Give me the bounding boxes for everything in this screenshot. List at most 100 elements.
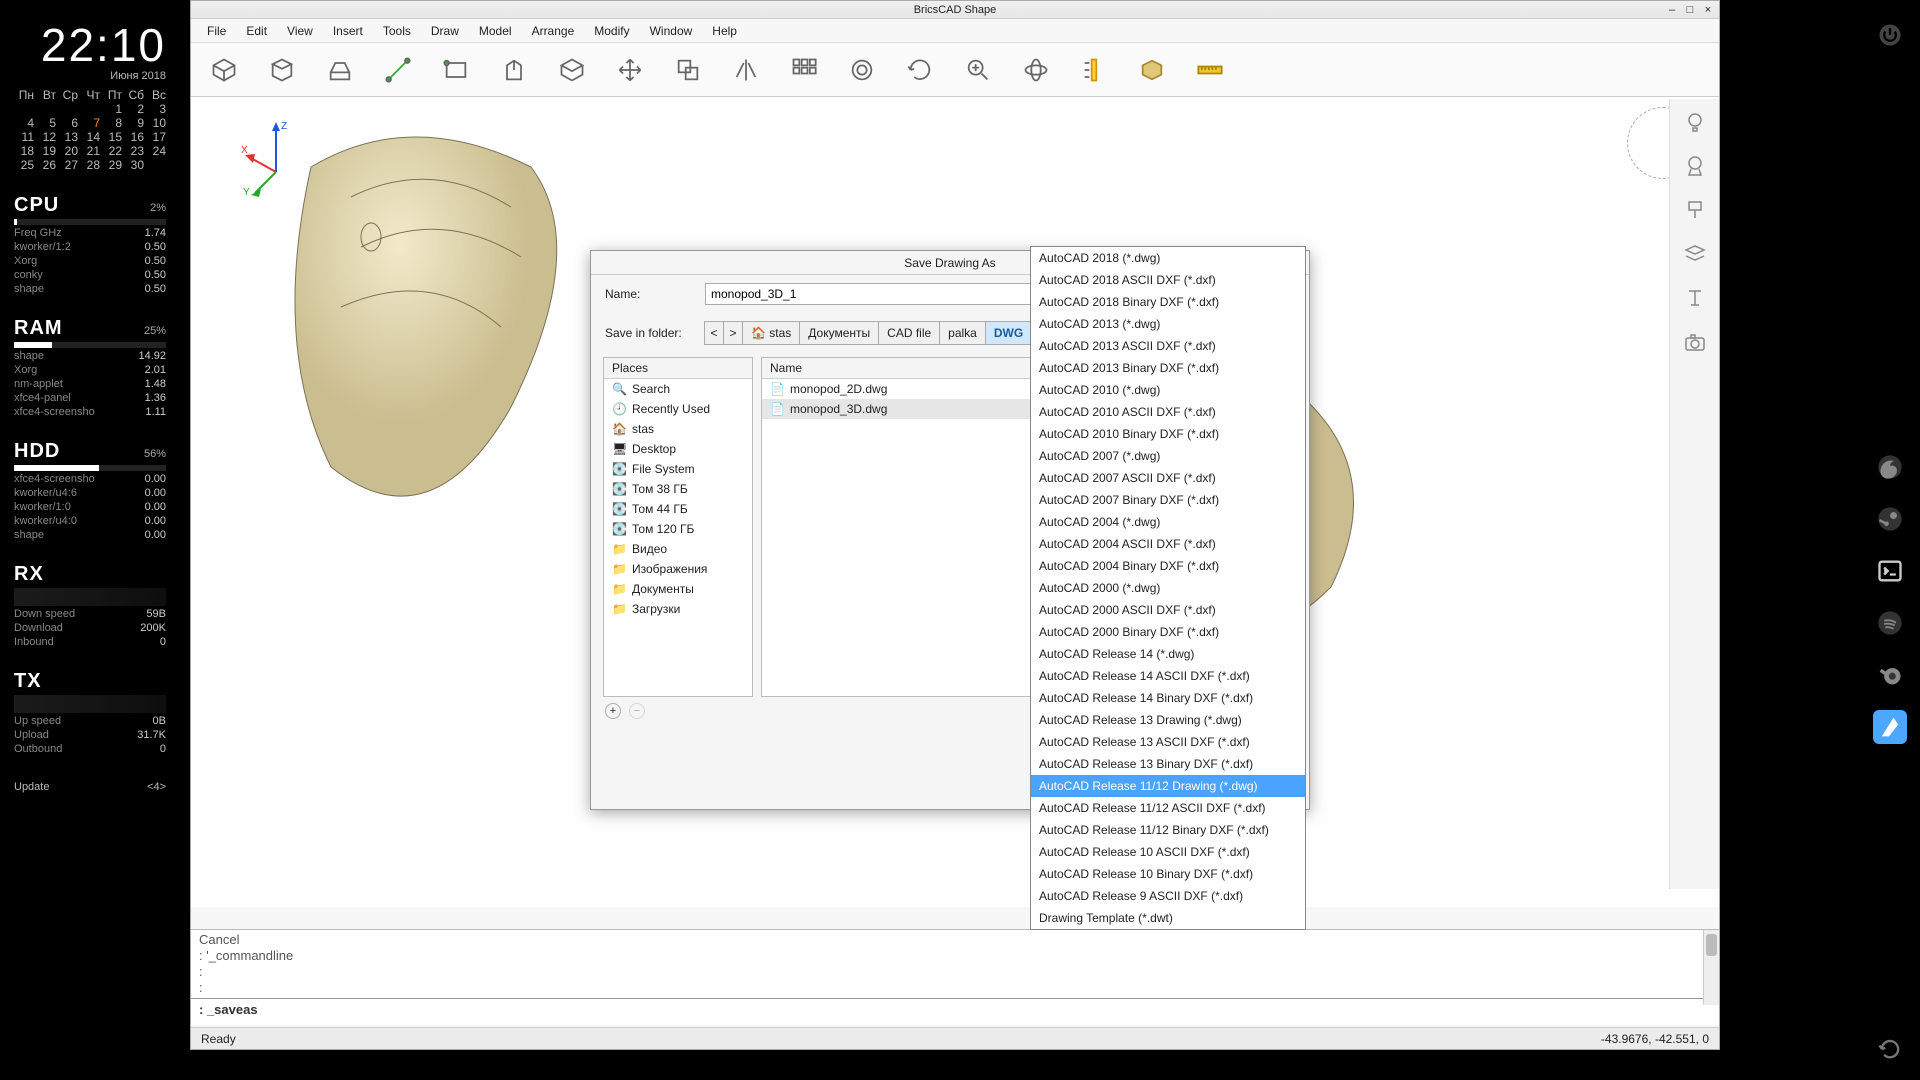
menu-file[interactable]: File — [199, 21, 234, 41]
menu-help[interactable]: Help — [704, 21, 745, 41]
format-option[interactable]: AutoCAD 2018 (*.dwg) — [1031, 247, 1305, 269]
menu-arrange[interactable]: Arrange — [524, 21, 583, 41]
menu-draw[interactable]: Draw — [423, 21, 467, 41]
place-item[interactable]: 🔍Search — [604, 379, 752, 399]
rotate-tool[interactable] — [901, 51, 939, 89]
zoom-tool[interactable] — [959, 51, 997, 89]
pushpull-tool[interactable] — [495, 51, 533, 89]
format-option[interactable]: AutoCAD Release 11/12 Binary DXF (*.dxf) — [1031, 819, 1305, 841]
format-option[interactable]: AutoCAD 2004 ASCII DXF (*.dxf) — [1031, 533, 1305, 555]
menu-tools[interactable]: Tools — [375, 21, 419, 41]
crumb-2[interactable]: CAD file — [878, 321, 940, 345]
blender-icon[interactable] — [1873, 658, 1907, 692]
place-item[interactable]: 📁Изображения — [604, 559, 752, 579]
place-item[interactable]: 📁Видео — [604, 539, 752, 559]
array-tool[interactable] — [785, 51, 823, 89]
cube-tool[interactable] — [205, 51, 243, 89]
place-item[interactable]: 💽Том 38 ГБ — [604, 479, 752, 499]
power-icon[interactable] — [1873, 18, 1907, 52]
remove-bookmark-button[interactable]: − — [629, 703, 645, 719]
snap-tool[interactable] — [1075, 51, 1113, 89]
format-option[interactable]: AutoCAD 2018 Binary DXF (*.dxf) — [1031, 291, 1305, 313]
balloon-icon[interactable] — [1680, 151, 1710, 181]
menu-view[interactable]: View — [279, 21, 321, 41]
format-option[interactable]: AutoCAD Release 14 ASCII DXF (*.dxf) — [1031, 665, 1305, 687]
format-option[interactable]: AutoCAD Release 10 ASCII DXF (*.dxf) — [1031, 841, 1305, 863]
offset-tool[interactable] — [843, 51, 881, 89]
command-input[interactable]: _saveas — [207, 1002, 258, 1017]
format-option[interactable]: AutoCAD Release 13 Binary DXF (*.dxf) — [1031, 753, 1305, 775]
format-option[interactable]: AutoCAD 2013 (*.dwg) — [1031, 313, 1305, 335]
terminal-icon[interactable] — [1873, 554, 1907, 588]
breadcrumb[interactable]: < > 🏠 stasДокументыCAD filepalkaDWG — [705, 321, 1032, 345]
place-item[interactable]: 🏠stas — [604, 419, 752, 439]
places-list[interactable]: Places 🔍Search🕘Recently Used🏠stas🖥Deskto… — [603, 357, 753, 697]
measure-tool[interactable] — [1191, 51, 1229, 89]
format-option[interactable]: AutoCAD Release 9 ASCII DXF (*.dxf) — [1031, 885, 1305, 907]
place-item[interactable]: 💽Том 44 ГБ — [604, 499, 752, 519]
format-option[interactable]: AutoCAD 2000 (*.dwg) — [1031, 577, 1305, 599]
orbit-tool[interactable] — [1017, 51, 1055, 89]
crumb-0[interactable]: 🏠 stas — [742, 321, 800, 345]
draw-box-tool[interactable] — [263, 51, 301, 89]
titlebar[interactable]: BricsCAD Shape – □ × — [191, 1, 1719, 19]
format-option[interactable]: AutoCAD Release 13 ASCII DXF (*.dxf) — [1031, 731, 1305, 753]
copy-tool[interactable] — [669, 51, 707, 89]
move-tool[interactable] — [611, 51, 649, 89]
format-option[interactable]: AutoCAD 2013 Binary DXF (*.dxf) — [1031, 357, 1305, 379]
menu-edit[interactable]: Edit — [238, 21, 275, 41]
close-icon[interactable]: × — [1701, 1, 1715, 19]
menubar[interactable]: FileEditViewInsertToolsDrawModelArrangeM… — [191, 19, 1719, 43]
format-option[interactable]: AutoCAD Release 10 Binary DXF (*.dxf) — [1031, 863, 1305, 885]
format-option[interactable]: AutoCAD 2018 ASCII DXF (*.dxf) — [1031, 269, 1305, 291]
place-item[interactable]: 💽File System — [604, 459, 752, 479]
crumb-1[interactable]: Документы — [799, 321, 879, 345]
format-dropdown[interactable]: AutoCAD 2018 (*.dwg)AutoCAD 2018 ASCII D… — [1030, 246, 1306, 930]
format-option[interactable]: AutoCAD 2000 Binary DXF (*.dxf) — [1031, 621, 1305, 643]
format-option[interactable]: AutoCAD Release 11/12 Drawing (*.dwg) — [1031, 775, 1305, 797]
paint-icon[interactable] — [1680, 195, 1710, 225]
menu-window[interactable]: Window — [642, 21, 701, 41]
component-tool[interactable] — [553, 51, 591, 89]
format-option[interactable]: AutoCAD 2010 Binary DXF (*.dxf) — [1031, 423, 1305, 445]
breadcrumb-fwd[interactable]: > — [723, 321, 743, 345]
maximize-icon[interactable]: □ — [1683, 1, 1697, 19]
text-tool-icon[interactable] — [1680, 283, 1710, 313]
firefox-icon[interactable] — [1873, 450, 1907, 484]
spotify-icon[interactable] — [1873, 606, 1907, 640]
format-option[interactable]: AutoCAD 2007 (*.dwg) — [1031, 445, 1305, 467]
extrude-tool[interactable] — [321, 51, 359, 89]
line-tool[interactable] — [379, 51, 417, 89]
place-item[interactable]: 💽Том 120 ГБ — [604, 519, 752, 539]
format-option[interactable]: AutoCAD Release 14 (*.dwg) — [1031, 643, 1305, 665]
place-item[interactable]: 🕘Recently Used — [604, 399, 752, 419]
place-item[interactable]: 🖥Desktop — [604, 439, 752, 459]
format-option[interactable]: AutoCAD Release 11/12 ASCII DXF (*.dxf) — [1031, 797, 1305, 819]
crumb-4[interactable]: DWG — [985, 321, 1032, 345]
format-option[interactable]: AutoCAD Release 13 Drawing (*.dwg) — [1031, 709, 1305, 731]
steam-icon[interactable] — [1873, 502, 1907, 536]
format-option[interactable]: AutoCAD 2004 Binary DXF (*.dxf) — [1031, 555, 1305, 577]
format-option[interactable]: AutoCAD Release 14 Binary DXF (*.dxf) — [1031, 687, 1305, 709]
material-tool[interactable] — [1133, 51, 1171, 89]
format-option[interactable]: AutoCAD 2010 ASCII DXF (*.dxf) — [1031, 401, 1305, 423]
breadcrumb-back[interactable]: < — [704, 321, 724, 345]
format-option[interactable]: AutoCAD 2010 (*.dwg) — [1031, 379, 1305, 401]
format-option[interactable]: Drawing Template (*.dwt) — [1031, 907, 1305, 929]
format-option[interactable]: AutoCAD 2007 ASCII DXF (*.dxf) — [1031, 467, 1305, 489]
camera-icon[interactable] — [1680, 327, 1710, 357]
crumb-3[interactable]: palka — [939, 321, 986, 345]
menu-modify[interactable]: Modify — [586, 21, 637, 41]
place-item[interactable]: 📁Документы — [604, 579, 752, 599]
format-option[interactable]: AutoCAD 2000 ASCII DXF (*.dxf) — [1031, 599, 1305, 621]
rect-tool[interactable] — [437, 51, 475, 89]
minimize-icon[interactable]: – — [1665, 1, 1679, 19]
format-option[interactable]: AutoCAD 2007 Binary DXF (*.dxf) — [1031, 489, 1305, 511]
add-bookmark-button[interactable]: + — [605, 703, 621, 719]
bricscad-icon[interactable] — [1873, 710, 1907, 744]
mirror-tool[interactable] — [727, 51, 765, 89]
menu-insert[interactable]: Insert — [325, 21, 371, 41]
bulb-icon[interactable] — [1680, 107, 1710, 137]
menu-model[interactable]: Model — [471, 21, 520, 41]
scrollbar[interactable] — [1703, 930, 1719, 1005]
